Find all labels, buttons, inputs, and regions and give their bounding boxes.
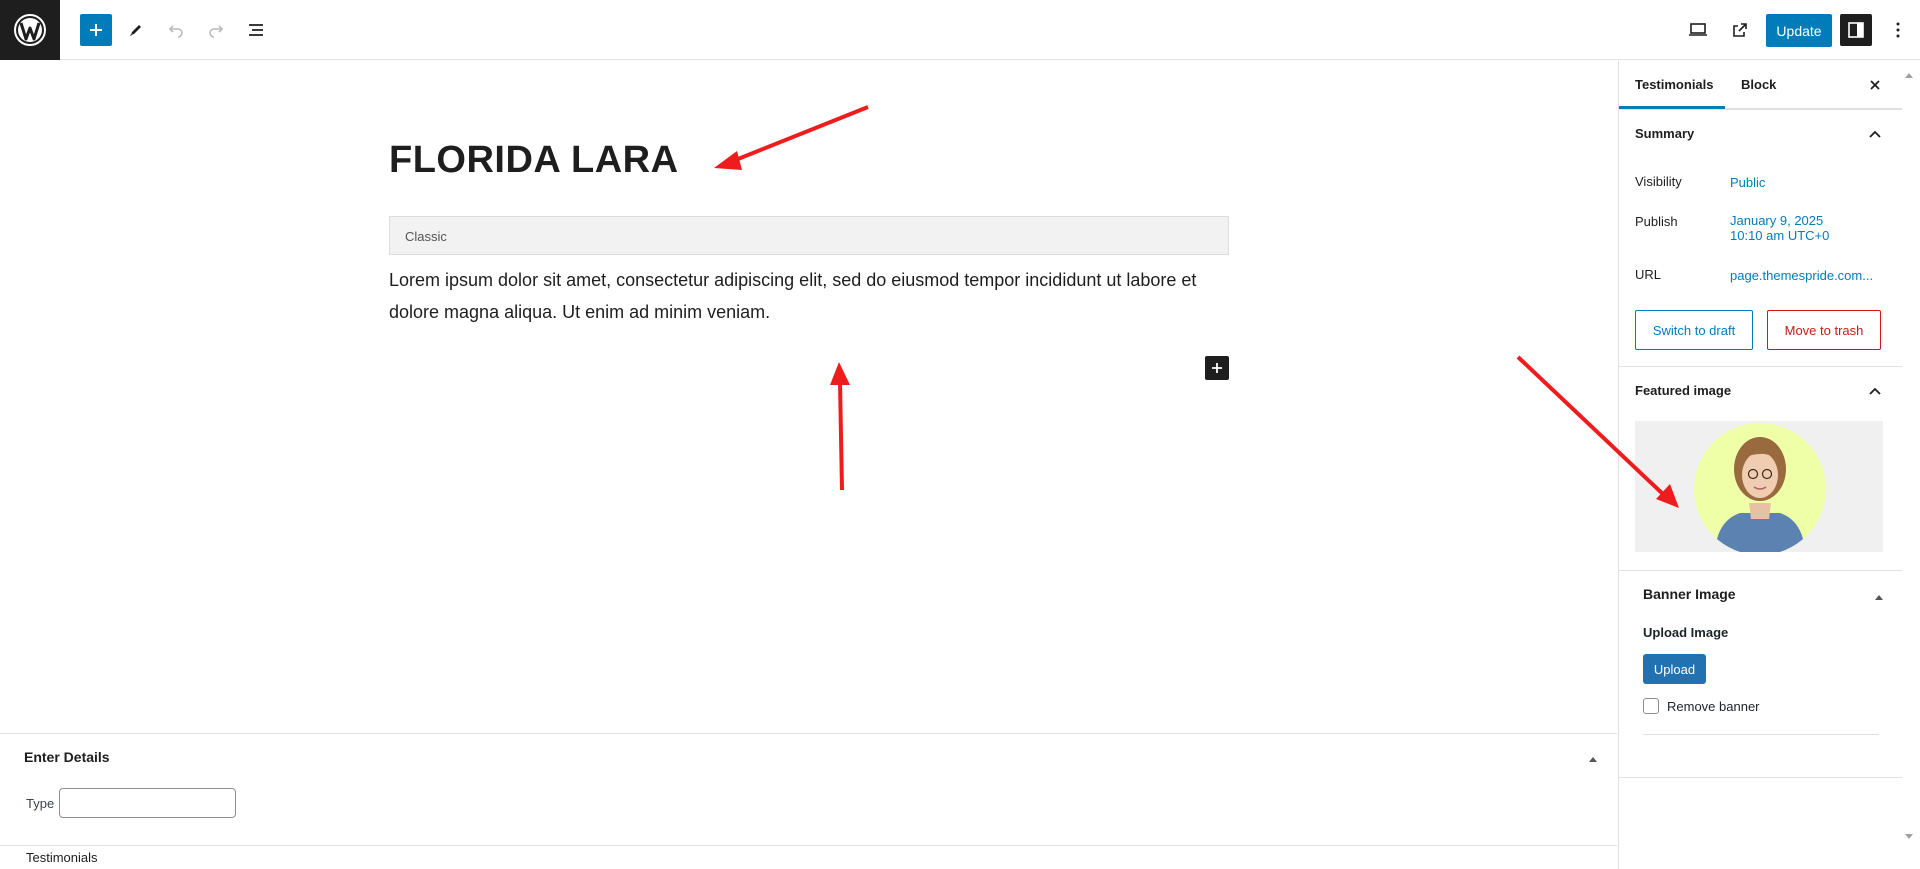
sidebar-toggle-icon <box>1848 22 1864 38</box>
redo-icon <box>209 25 224 38</box>
url-value[interactable]: page.themespride.com... <box>1730 268 1873 283</box>
sidebar-tabs: Testimonials Block <box>1619 61 1902 109</box>
remove-banner-label[interactable]: Remove banner <box>1667 699 1760 714</box>
upload-button[interactable]: Upload <box>1643 654 1706 684</box>
banner-image-title: Banner Image <box>1643 586 1736 602</box>
metabox-toggle-icon[interactable] <box>1588 750 1598 768</box>
close-icon <box>1870 80 1880 90</box>
close-sidebar-button[interactable] <box>1863 73 1887 97</box>
enter-details-metabox: Enter Details Type <box>0 733 1617 845</box>
list-view-icon <box>249 24 263 36</box>
visibility-label: Visibility <box>1635 174 1682 189</box>
publish-time[interactable]: 10:10 am UTC+0 <box>1730 228 1829 243</box>
document-overview-button[interactable] <box>240 14 272 46</box>
featured-image-title: Featured image <box>1635 383 1732 398</box>
update-button[interactable]: Update <box>1766 14 1832 47</box>
editor-toolbar: Update <box>0 0 1920 60</box>
divider <box>1643 734 1879 735</box>
move-to-trash-button[interactable]: Move to trash <box>1767 310 1881 350</box>
tab-testimonials[interactable]: Testimonials <box>1619 61 1725 109</box>
type-label: Type <box>26 796 55 811</box>
pencil-icon <box>130 25 141 36</box>
inline-add-block-button[interactable] <box>1205 356 1229 380</box>
metabox-title: Enter Details <box>24 749 110 765</box>
visibility-value[interactable]: Public <box>1730 175 1765 190</box>
redo-button[interactable] <box>200 14 232 46</box>
tools-button[interactable] <box>120 14 152 46</box>
plus-icon <box>1212 363 1222 373</box>
block-breadcrumb-bar: Testimonials <box>0 845 1617 869</box>
preview-button[interactable] <box>1682 14 1714 46</box>
wordpress-logo-icon[interactable] <box>0 0 60 60</box>
featured-image-panel-header[interactable]: Featured image <box>1619 366 1902 414</box>
options-button[interactable] <box>1882 14 1914 46</box>
remove-banner-checkbox[interactable] <box>1643 698 1659 714</box>
tab-block[interactable]: Block <box>1725 61 1795 109</box>
settings-toggle-button[interactable] <box>1840 14 1872 46</box>
type-input[interactable] <box>59 788 236 818</box>
plus-icon <box>90 24 102 36</box>
chevron-up-icon <box>1863 379 1887 403</box>
post-title[interactable]: FLORIDA LARA <box>389 139 679 182</box>
chevron-up-icon <box>1863 122 1887 146</box>
publish-date[interactable]: January 9, 2025 <box>1730 213 1823 228</box>
summary-panel-header[interactable]: Summary <box>1619 109 1902 157</box>
url-label: URL <box>1635 267 1662 282</box>
classic-block-toolbar[interactable]: Classic <box>389 216 1229 255</box>
scroll-down-icon[interactable] <box>1904 828 1914 846</box>
add-block-button[interactable] <box>80 14 112 46</box>
featured-image[interactable] <box>1635 421 1883 552</box>
editor-canvas: FLORIDA LARA Classic Lorem ipsum dolor s… <box>0 61 1617 733</box>
banner-image-metabox: Banner Image Upload Image Upload Remove … <box>1619 570 1902 778</box>
desktop-preview-icon <box>1689 23 1707 36</box>
publish-label: Publish <box>1635 214 1678 229</box>
switch-to-draft-button[interactable]: Switch to draft <box>1635 310 1753 350</box>
undo-icon <box>168 25 183 38</box>
settings-sidebar: Testimonials Block Summary Visibility Pu… <box>1618 61 1902 869</box>
banner-toggle-icon[interactable] <box>1874 588 1884 606</box>
upload-image-label: Upload Image <box>1643 625 1729 640</box>
scroll-up-icon[interactable] <box>1904 66 1914 84</box>
undo-button[interactable] <box>160 14 192 46</box>
breadcrumb[interactable]: Testimonials <box>26 850 98 865</box>
more-vertical-icon <box>1896 22 1900 38</box>
external-link-icon <box>1733 23 1747 37</box>
summary-title: Summary <box>1635 126 1695 141</box>
post-content[interactable]: Lorem ipsum dolor sit amet, consectetur … <box>389 264 1229 328</box>
view-post-button[interactable] <box>1724 14 1756 46</box>
